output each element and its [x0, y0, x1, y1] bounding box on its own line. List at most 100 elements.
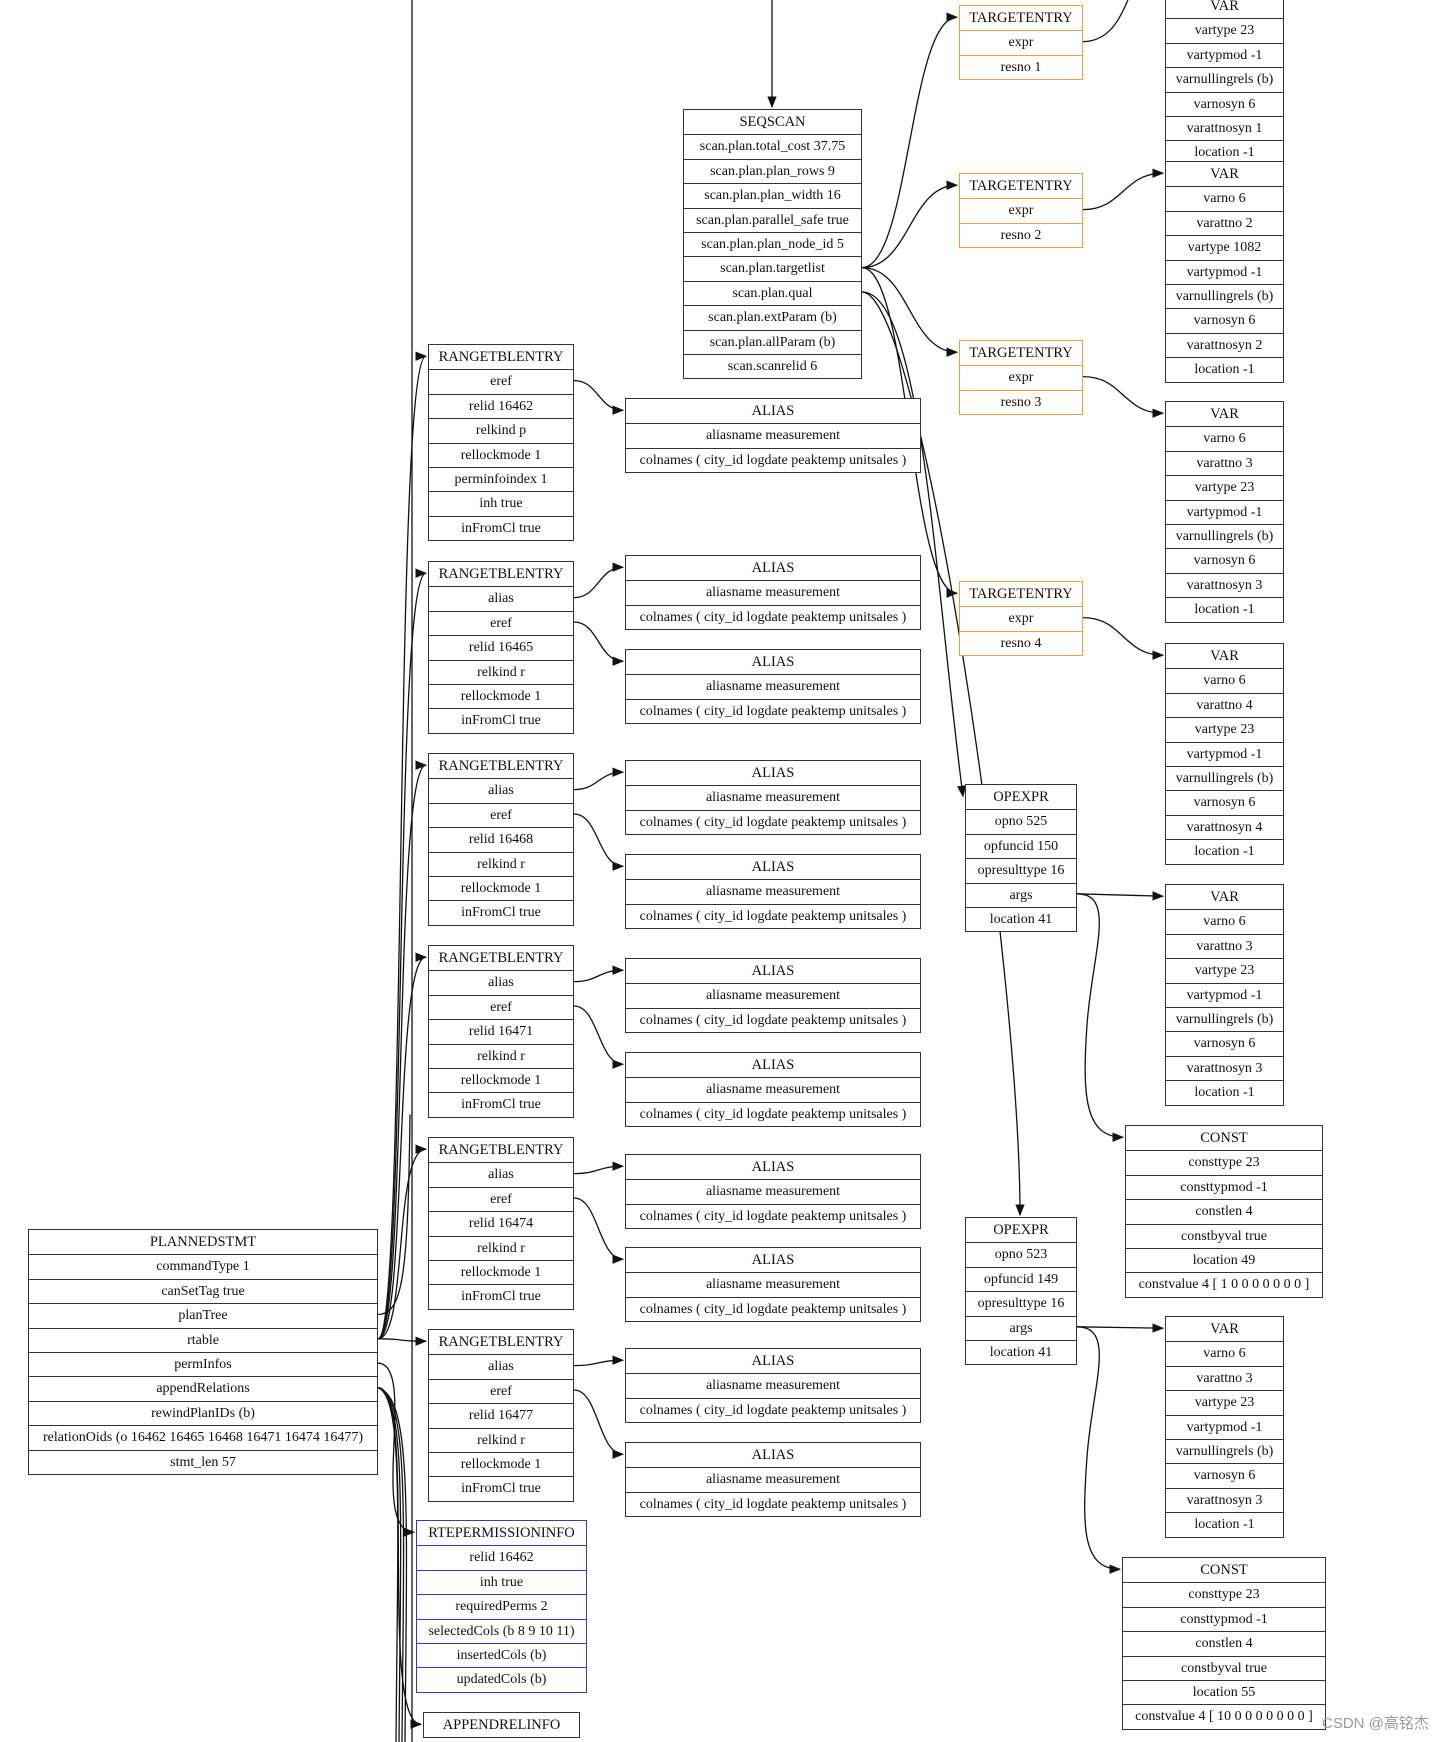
node-field[interactable]: rellockmode 1	[429, 1259, 573, 1284]
node-field[interactable]: eref	[429, 1378, 573, 1403]
node-field[interactable]: vartype 23	[1166, 1390, 1283, 1414]
node-field[interactable]: location 55	[1123, 1679, 1325, 1704]
node-field[interactable]: relkind r	[429, 851, 573, 876]
node-field[interactable]: colnames ( city_id logdate peaktemp unit…	[626, 903, 920, 928]
targetentry-node[interactable]: TARGETENTRY expr resno 2	[959, 173, 1083, 249]
node-field[interactable]: opno 525	[966, 809, 1076, 833]
node-field[interactable]: vartype 1082	[1166, 235, 1283, 259]
var-node[interactable]: VAR varno 6 varattno 2 vartype 1082 vartypmo…	[1165, 161, 1284, 383]
alias-node[interactable]: ALIAS aliasname measurement colnames ( cit…	[625, 1154, 921, 1230]
alias-node[interactable]: ALIAS aliasname measurement colnames ( cit…	[625, 1348, 921, 1424]
node-field[interactable]: relkind r	[429, 1043, 573, 1068]
node-field[interactable]: varattnosyn 1	[1166, 115, 1283, 140]
node-field[interactable]: relid 16474	[429, 1211, 573, 1235]
node-field[interactable]: rewindPlanIDs (b)	[29, 1400, 377, 1425]
targetentry-node[interactable]: TARGETENTRY expr resno 1	[959, 5, 1083, 81]
node-field[interactable]: planTree	[29, 1303, 377, 1327]
node-field[interactable]: colnames ( city_id logdate peaktemp unit…	[626, 1491, 920, 1516]
node-field[interactable]: aliasname measurement	[626, 785, 920, 809]
node-field[interactable]: colnames ( city_id logdate peaktemp unit…	[626, 809, 920, 834]
node-field[interactable]: constbyval true	[1126, 1223, 1322, 1248]
node-field[interactable]: location 49	[1126, 1247, 1322, 1272]
node-field[interactable]: opno 523	[966, 1242, 1076, 1266]
node-field[interactable]: scan.scanrelid 6	[684, 353, 861, 378]
node-field[interactable]: insertedCols (b)	[417, 1642, 586, 1667]
node-field[interactable]: alias	[429, 778, 573, 802]
alias-node[interactable]: ALIAS aliasname measurement colnames ( cit…	[625, 649, 921, 725]
node-field[interactable]: aliasname measurement	[626, 674, 920, 698]
node-field[interactable]: varnosyn 6	[1166, 548, 1283, 572]
node-field[interactable]: relkind r	[429, 1427, 573, 1452]
node-field[interactable]: location -1	[1166, 357, 1283, 381]
node-field[interactable]: args	[966, 882, 1076, 907]
node-field[interactable]: expr	[960, 30, 1082, 54]
node-field[interactable]: relkind r	[429, 1235, 573, 1260]
node-field[interactable]: constlen 4	[1123, 1631, 1325, 1655]
node-field[interactable]: consttype 23	[1123, 1582, 1325, 1606]
alias-node[interactable]: ALIAS aliasname measurement colnames ( cit…	[625, 398, 921, 474]
node-field[interactable]: relid 16462	[429, 393, 573, 418]
node-field[interactable]: vartype 23	[1166, 958, 1283, 982]
node-field[interactable]: aliasname measurement	[626, 1467, 920, 1491]
node-field[interactable]: location -1	[1166, 1512, 1283, 1536]
node-field[interactable]: rellockmode 1	[429, 442, 573, 467]
node-field[interactable]: scan.plan.extParam (b)	[684, 305, 861, 329]
node-field[interactable]: varattno 2	[1166, 210, 1283, 235]
rangetblentry-node[interactable]: RANGETBLENTRY alias eref relid 16471 relkind…	[428, 945, 574, 1118]
node-field[interactable]: varnosyn 6	[1166, 1031, 1283, 1055]
node-field[interactable]: relid 16477	[429, 1403, 573, 1427]
node-field[interactable]: alias	[429, 1162, 573, 1186]
node-field[interactable]: rellockmode 1	[429, 875, 573, 900]
node-field[interactable]: aliasname measurement	[626, 1373, 920, 1397]
node-field[interactable]: resno 2	[960, 222, 1082, 247]
node-field[interactable]: varnullingrels (b)	[1166, 1006, 1283, 1031]
node-field[interactable]: relationOids (o 16462 16465 16468 16471 …	[29, 1425, 377, 1449]
node-field[interactable]: opfuncid 150	[966, 833, 1076, 858]
node-field[interactable]: varattnosyn 4	[1166, 814, 1283, 839]
node-field[interactable]: perminfoindex 1	[429, 466, 573, 491]
node-field[interactable]: varno 6	[1166, 186, 1283, 210]
node-field[interactable]: relid 16465	[429, 635, 573, 659]
node-field[interactable]: selectedCols (b 8 9 10 11)	[417, 1618, 586, 1643]
node-field[interactable]: vartype 23	[1166, 475, 1283, 499]
const-node[interactable]: CONST consttype 23 consttypmod -1 constlen …	[1122, 1557, 1326, 1730]
node-field[interactable]: expr	[960, 606, 1082, 630]
alias-node[interactable]: ALIAS aliasname measurement colnames ( cit…	[625, 1052, 921, 1128]
rangetblentry-node[interactable]: RANGETBLENTRY alias eref relid 16474 relkind…	[428, 1137, 574, 1310]
node-field[interactable]: constlen 4	[1126, 1199, 1322, 1223]
node-field[interactable]: inFromCl true	[429, 1092, 573, 1116]
rangetblentry-node[interactable]: RANGETBLENTRY alias eref relid 16468 relkind…	[428, 753, 574, 926]
node-field[interactable]: vartype 23	[1166, 717, 1283, 741]
node-field[interactable]: varnullingrels (b)	[1166, 765, 1283, 790]
node-field[interactable]: rellockmode 1	[429, 683, 573, 708]
node-field[interactable]: eref	[429, 369, 573, 393]
node-field[interactable]: permInfos	[29, 1351, 377, 1376]
node-field[interactable]: aliasname measurement	[626, 423, 920, 447]
var-node[interactable]: VAR vartype 23 vartypmod -1 varnullingrels …	[1165, 0, 1284, 166]
var-node[interactable]: VAR varno 6 varattno 3 vartype 23 vartypmod …	[1165, 401, 1284, 623]
node-field[interactable]: aliasname measurement	[626, 1272, 920, 1296]
node-field[interactable]: inFromCl true	[429, 1284, 573, 1308]
node-field[interactable]: varnullingrels (b)	[1166, 283, 1283, 308]
alias-node[interactable]: ALIAS aliasname measurement colnames ( cit…	[625, 760, 921, 836]
node-field[interactable]: colnames ( city_id logdate peaktemp unit…	[626, 1397, 920, 1422]
node-field[interactable]: location -1	[1166, 839, 1283, 863]
targetentry-node[interactable]: TARGETENTRY expr resno 4	[959, 581, 1083, 657]
node-field[interactable]: scan.plan.qual	[684, 280, 861, 305]
node-field[interactable]: eref	[429, 610, 573, 635]
node-field[interactable]: scan.plan.total_cost 37.75	[684, 134, 861, 158]
alias-node[interactable]: ALIAS aliasname measurement colnames ( cit…	[625, 958, 921, 1034]
node-field[interactable]: alias	[429, 970, 573, 994]
seqscan-node[interactable]: SEQSCAN scan.plan.total_cost 37.75 scan.pl…	[683, 109, 862, 380]
node-field[interactable]: colnames ( city_id logdate peaktemp unit…	[626, 1101, 920, 1126]
node-field[interactable]: vartypmod -1	[1166, 259, 1283, 284]
node-field[interactable]: location 41	[966, 906, 1076, 931]
node-field[interactable]: scan.plan.allParam (b)	[684, 329, 861, 354]
node-field[interactable]: expr	[960, 198, 1082, 222]
node-field[interactable]: varnosyn 6	[1166, 790, 1283, 814]
alias-node[interactable]: ALIAS aliasname measurement colnames ( cit…	[625, 555, 921, 631]
node-field[interactable]: varattno 3	[1166, 450, 1283, 475]
node-field[interactable]: colnames ( city_id logdate peaktemp unit…	[626, 604, 920, 629]
node-field[interactable]: resno 1	[960, 54, 1082, 79]
node-field[interactable]: inh true	[429, 491, 573, 515]
